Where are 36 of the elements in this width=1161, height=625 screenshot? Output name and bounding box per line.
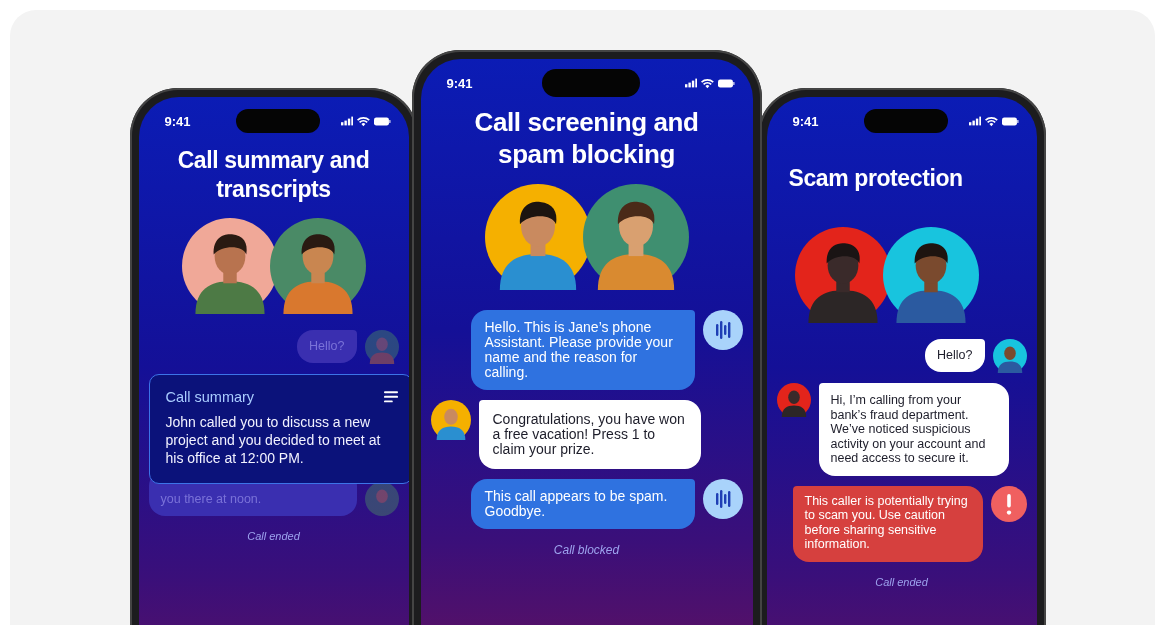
- wifi-icon: [701, 77, 715, 89]
- message-bubble: This call appears to be spam. Goodbye.: [470, 479, 695, 529]
- avatar: [992, 339, 1027, 373]
- text-lines-icon[interactable]: [383, 391, 398, 403]
- wifi-icon: [357, 115, 371, 127]
- battery-icon: [374, 116, 391, 126]
- avatar: [776, 383, 811, 417]
- status-time: 9:41: [446, 75, 474, 91]
- signal-icon: [684, 78, 698, 88]
- sound-wave-icon[interactable]: [702, 479, 743, 519]
- message-bubble: Hello?: [297, 330, 357, 363]
- message-bubble: Congratulations, you have won a free vacation! Press 1 to claim your prize.: [478, 400, 701, 469]
- avatar: [364, 481, 399, 516]
- screen-title: Call screening and spam blocking: [473, 106, 700, 170]
- status-time: 9:41: [164, 113, 192, 129]
- call-status: Call ended: [874, 575, 929, 588]
- sound-wave-icon[interactable]: [702, 310, 743, 350]
- avatar: [364, 330, 399, 364]
- message-bubble: Hello?: [925, 339, 985, 372]
- wifi-icon: [985, 115, 999, 127]
- screen-title: Call summary and transcripts: [176, 146, 371, 204]
- message-bubble: This caller is potentially trying to scam you. Use caution before sharing sensitive information.: [792, 485, 983, 562]
- battery-icon: [1002, 116, 1019, 126]
- message-bubble: Hello. This is Jane’s phone Assistant. Please provide your name and the reason for calling.: [470, 310, 695, 390]
- battery-icon: [718, 78, 735, 88]
- screen-title: Scam protection: [787, 164, 964, 193]
- call-status: Call blocked: [552, 543, 621, 557]
- call-status: Call ended: [246, 529, 301, 542]
- signal-icon: [340, 116, 354, 126]
- signal-icon: [968, 116, 982, 126]
- avatar: [430, 400, 471, 440]
- status-time: 9:41: [792, 113, 820, 129]
- summary-title: Call summary: [165, 389, 255, 405]
- message-bubble: Hi, I’m calling from your bank’s fraud department. We’ve noticed suspicious activity on your account and need access to secure it.: [818, 383, 1009, 476]
- summary-text: John called you to discuss a new project and you decided to meet at his office at 12:00 PM.: [165, 413, 382, 467]
- alert-icon: [990, 485, 1027, 522]
